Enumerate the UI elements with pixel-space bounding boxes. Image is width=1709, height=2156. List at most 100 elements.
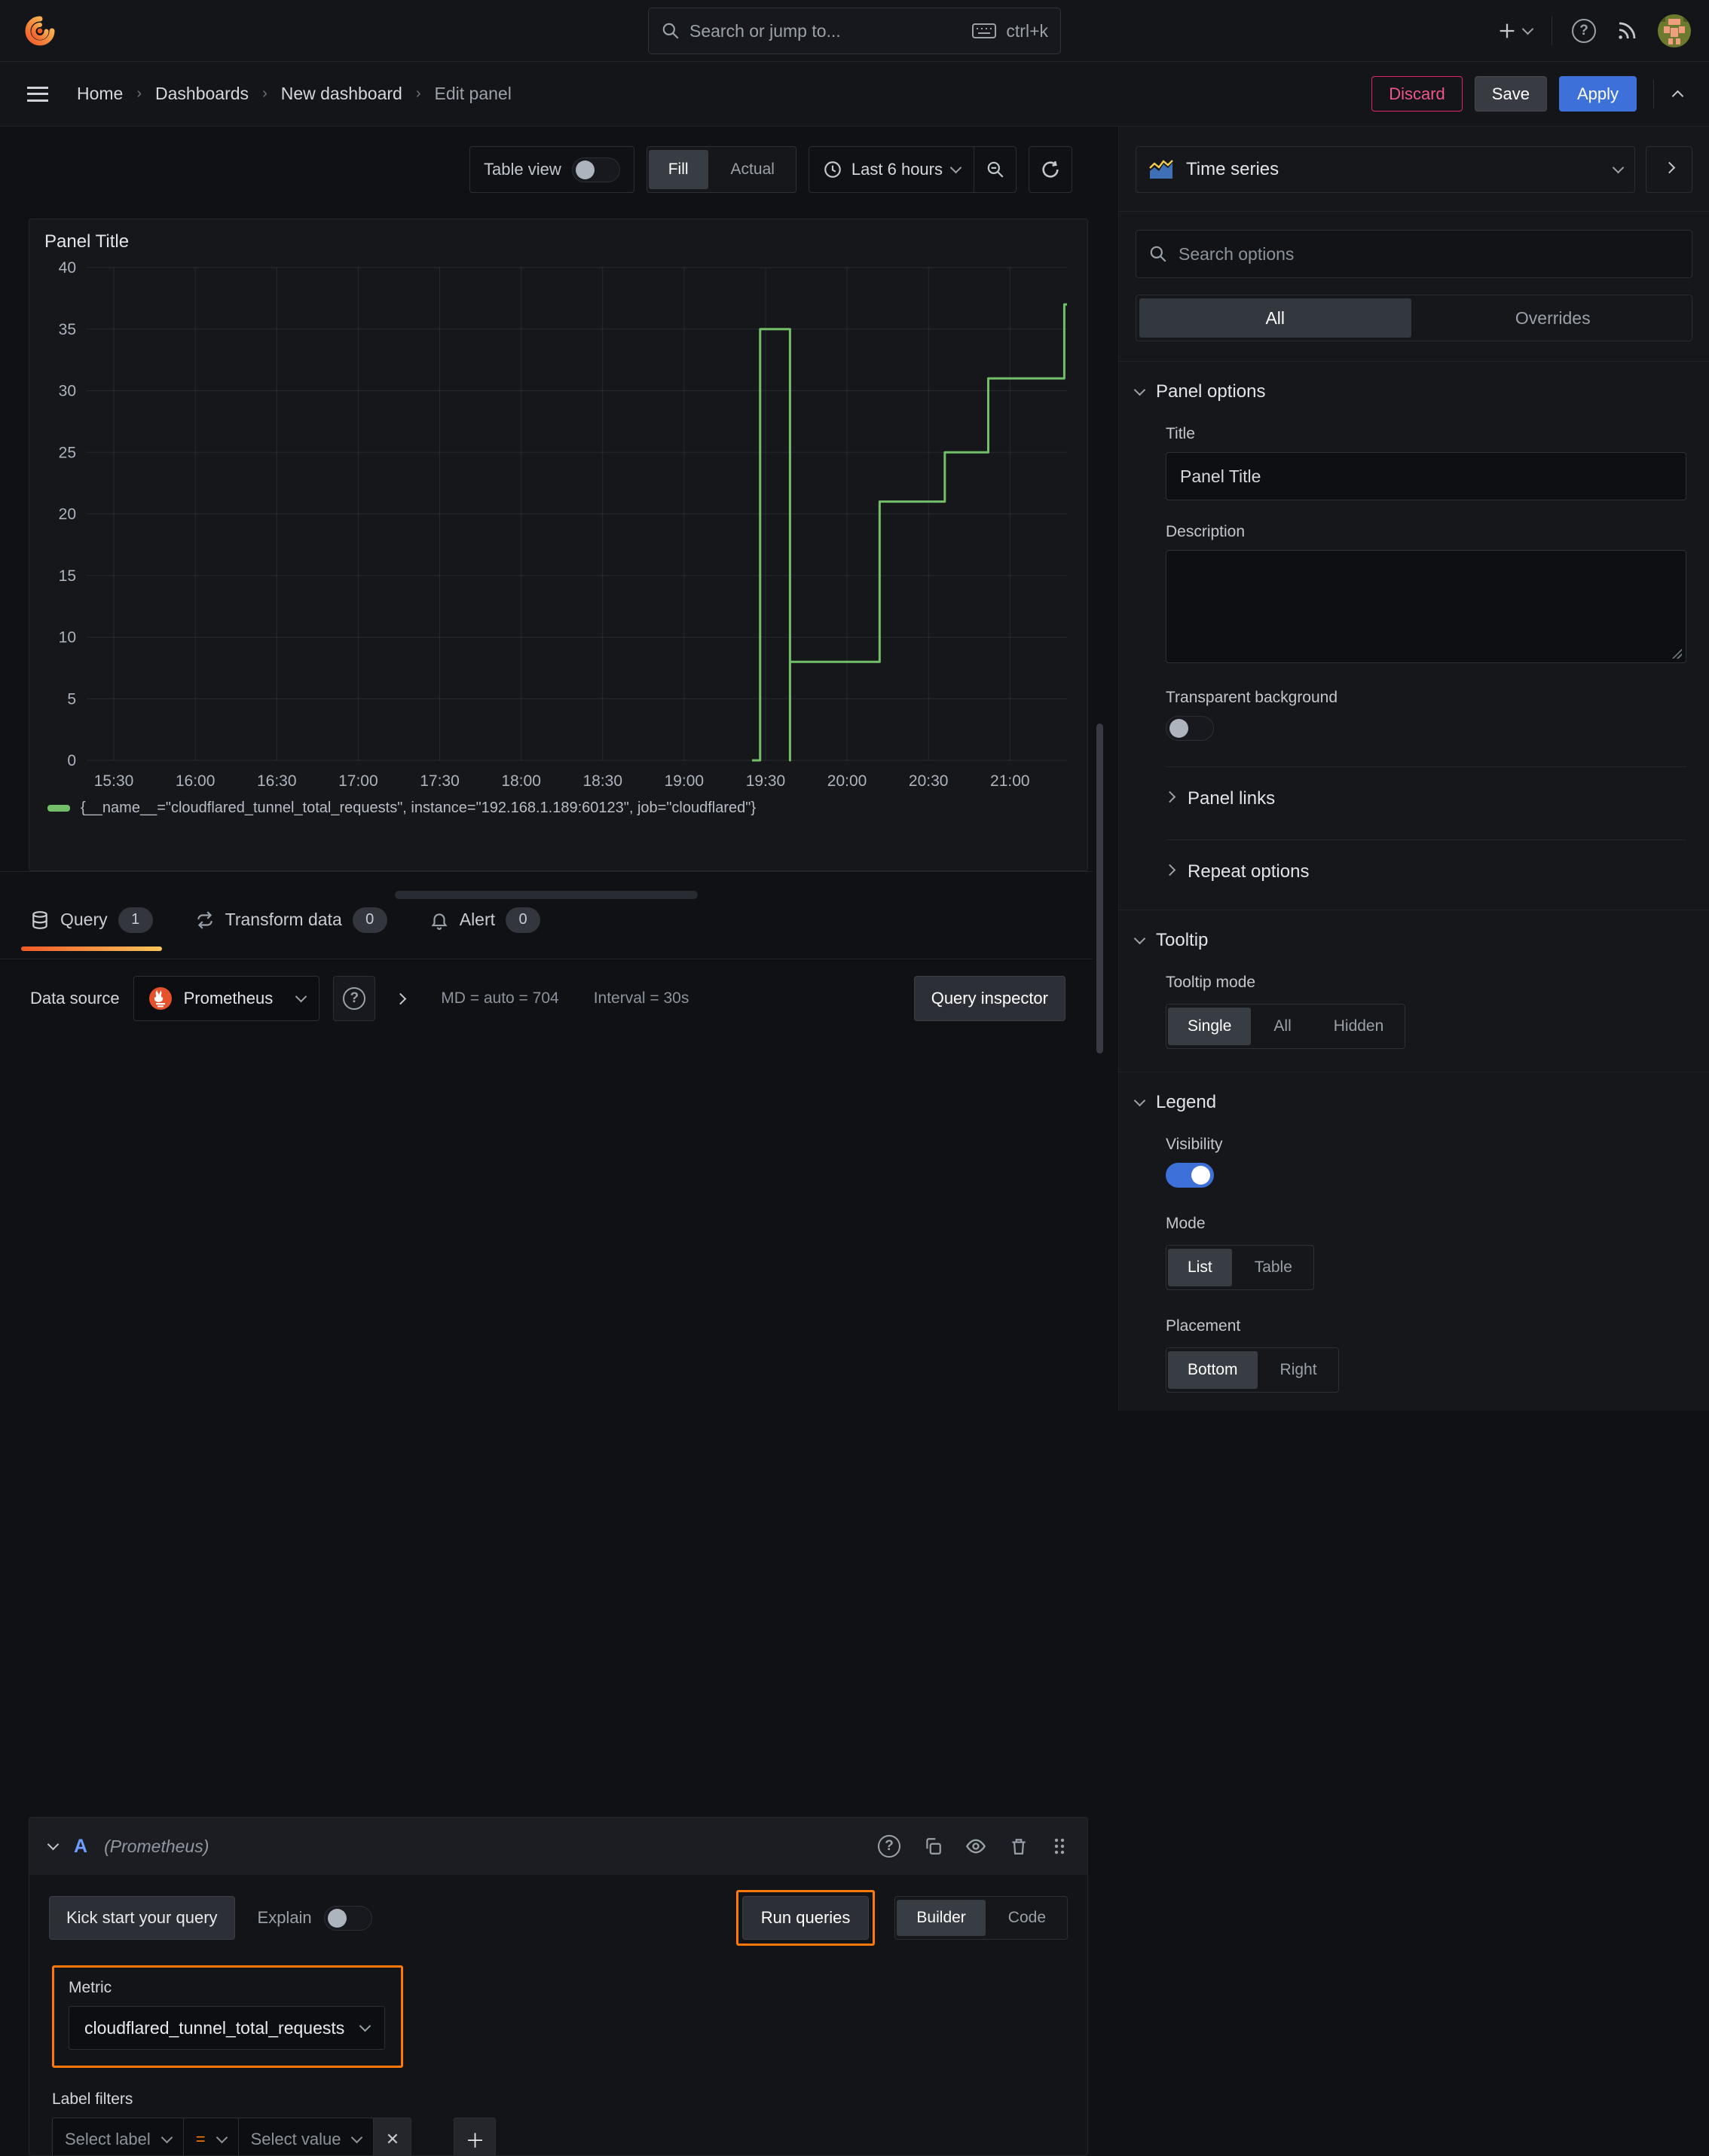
- panel-options-title: Panel options: [1156, 381, 1266, 402]
- panel-description-textarea[interactable]: [1166, 550, 1686, 663]
- options-sidebar: Time series Search options All Overrides…: [1118, 127, 1709, 1411]
- collapse-header-icon[interactable]: [1671, 90, 1684, 102]
- legend-visibility-toggle[interactable]: [1166, 1163, 1214, 1188]
- select-label-dropdown[interactable]: Select label: [52, 2118, 184, 2155]
- search-shortcut: ctrl+k: [1006, 20, 1048, 41]
- legend-series-swatch[interactable]: [47, 805, 70, 812]
- bell-icon: [431, 913, 448, 930]
- panel-options-header[interactable]: Panel options: [1133, 381, 1686, 402]
- vertical-scrollbar[interactable]: [1096, 723, 1103, 1054]
- kickstart-query-button[interactable]: Kick start your query: [49, 1896, 235, 1940]
- svg-text:17:30: 17:30: [420, 772, 460, 790]
- scope-tab-all[interactable]: All: [1139, 298, 1411, 338]
- select-value-dropdown[interactable]: Select value: [238, 2118, 375, 2155]
- transparent-bg-toggle[interactable]: [1166, 716, 1214, 741]
- options-expand-icon[interactable]: [394, 992, 407, 1005]
- legend-header[interactable]: Legend: [1133, 1092, 1686, 1113]
- breadcrumb-new-dashboard[interactable]: New dashboard: [281, 84, 402, 104]
- select-label-placeholder: Select label: [65, 2130, 151, 2148]
- tooltip-all-option[interactable]: All: [1254, 1008, 1310, 1045]
- tooltip-single-option[interactable]: Single: [1168, 1008, 1252, 1045]
- metric-select[interactable]: cloudflared_tunnel_total_requests: [69, 2006, 386, 2050]
- options-search-input[interactable]: Search options: [1136, 230, 1692, 278]
- query-help-icon[interactable]: ?: [878, 1835, 900, 1858]
- panel-links-label: Panel links: [1188, 788, 1276, 809]
- datasource-help-button[interactable]: ?: [333, 976, 376, 1021]
- grafana-logo[interactable]: [23, 14, 57, 48]
- datasource-label: Data source: [30, 989, 120, 1008]
- top-bar: Search or jump to... ctrl+k ?: [0, 0, 1709, 62]
- explain-toggle[interactable]: [323, 1905, 372, 1931]
- query-ref-id[interactable]: A: [74, 1836, 87, 1858]
- toggle-visibility-icon[interactable]: [965, 1836, 986, 1857]
- table-view-toggle[interactable]: [571, 157, 620, 182]
- options-search-placeholder: Search options: [1179, 243, 1295, 264]
- svg-text:18:00: 18:00: [501, 772, 541, 790]
- fit-actual-option[interactable]: Actual: [711, 150, 794, 189]
- breadcrumb-home[interactable]: Home: [77, 84, 123, 104]
- resize-grip-icon[interactable]: [1670, 647, 1682, 659]
- query-row-header[interactable]: A (Prometheus) ?: [29, 1818, 1087, 1875]
- chevron-down-icon: [295, 990, 307, 1003]
- label-filters-section: Label filters Select label = Select valu…: [52, 2090, 1087, 2155]
- duplicate-query-icon[interactable]: [923, 1836, 943, 1856]
- delete-query-icon[interactable]: [1009, 1836, 1029, 1856]
- code-mode-option[interactable]: Code: [989, 1900, 1065, 1936]
- remove-filter-button[interactable]: ✕: [374, 2118, 412, 2155]
- news-icon[interactable]: [1616, 20, 1638, 42]
- tab-alert[interactable]: Alert 0: [430, 907, 541, 951]
- save-button[interactable]: Save: [1474, 76, 1547, 112]
- drag-query-handle[interactable]: [1051, 1836, 1068, 1856]
- query-inspector-button[interactable]: Query inspector: [913, 976, 1065, 1021]
- add-filter-button[interactable]: ＋: [454, 2118, 497, 2155]
- tab-query[interactable]: Query 1: [21, 907, 162, 951]
- user-avatar[interactable]: [1658, 14, 1691, 47]
- legend-placement-right-option[interactable]: Right: [1261, 1351, 1337, 1389]
- time-range-picker[interactable]: Last 6 hours: [809, 160, 974, 179]
- datasource-picker[interactable]: Prometheus: [133, 976, 320, 1021]
- table-view-label: Table view: [484, 160, 561, 179]
- legend-mode-list-option[interactable]: List: [1168, 1249, 1232, 1286]
- chevron-right-icon: [1163, 864, 1176, 876]
- panel-preview[interactable]: Panel Title 0 5 10 15 20 25 30 35 40 15:30 16:00 16…: [29, 219, 1088, 871]
- builder-mode-option[interactable]: Builder: [897, 1900, 986, 1936]
- chevron-down-icon: [1133, 932, 1146, 945]
- tooltip-hidden-option[interactable]: Hidden: [1314, 1008, 1404, 1045]
- legend-mode-table-option[interactable]: Table: [1235, 1249, 1312, 1286]
- legend-visibility-label: Visibility: [1166, 1136, 1223, 1153]
- toggle-options-pane-button[interactable]: [1646, 146, 1692, 193]
- prometheus-icon: [148, 987, 172, 1010]
- panel-title-input[interactable]: [1166, 452, 1686, 500]
- query-editor-card: A (Prometheus) ? Kick start your query E…: [29, 1817, 1088, 2156]
- legend-series-label[interactable]: {__name__="cloudflared_tunnel_total_requ…: [81, 800, 756, 817]
- legend-placement-bottom-option[interactable]: Bottom: [1168, 1351, 1258, 1389]
- panel-links-section[interactable]: Panel links: [1163, 766, 1686, 814]
- tab-transform[interactable]: Transform data 0: [195, 907, 387, 951]
- fit-fill-option[interactable]: Fill: [648, 150, 708, 189]
- zoom-out-icon: [987, 161, 1004, 178]
- global-search-input[interactable]: Search or jump to... ctrl+k: [648, 8, 1061, 54]
- breadcrumb-dashboards[interactable]: Dashboards: [155, 84, 249, 104]
- collapse-query-icon[interactable]: [47, 1838, 60, 1851]
- legend-title: Legend: [1156, 1092, 1217, 1112]
- time-series-chart[interactable]: 0 5 10 15 20 25 30 35 40 15:30 16:00 16:30 17:00 17:3…: [40, 255, 1075, 795]
- discard-button[interactable]: Discard: [1371, 76, 1463, 112]
- description-field-label: Description: [1166, 523, 1246, 540]
- svg-text:0: 0: [67, 752, 76, 769]
- visualization-picker[interactable]: Time series: [1136, 146, 1635, 193]
- menu-toggle-icon[interactable]: [27, 86, 48, 102]
- zoom-out-time-button[interactable]: [974, 147, 1016, 192]
- help-button[interactable]: ?: [1572, 19, 1596, 43]
- scope-tab-overrides[interactable]: Overrides: [1417, 298, 1689, 338]
- time-range-control: Last 6 hours: [808, 146, 1017, 193]
- repeat-options-section[interactable]: Repeat options: [1163, 839, 1686, 887]
- apply-button[interactable]: Apply: [1558, 76, 1637, 112]
- legend-placement-group: Bottom Right: [1166, 1347, 1339, 1393]
- operator-dropdown[interactable]: =: [183, 2118, 239, 2155]
- svg-text:15:30: 15:30: [94, 772, 134, 790]
- tooltip-header[interactable]: Tooltip: [1133, 930, 1686, 951]
- svg-text:19:00: 19:00: [665, 772, 705, 790]
- refresh-button[interactable]: [1029, 146, 1072, 193]
- run-queries-button[interactable]: Run queries: [741, 1896, 870, 1940]
- add-new-button[interactable]: [1497, 20, 1534, 41]
